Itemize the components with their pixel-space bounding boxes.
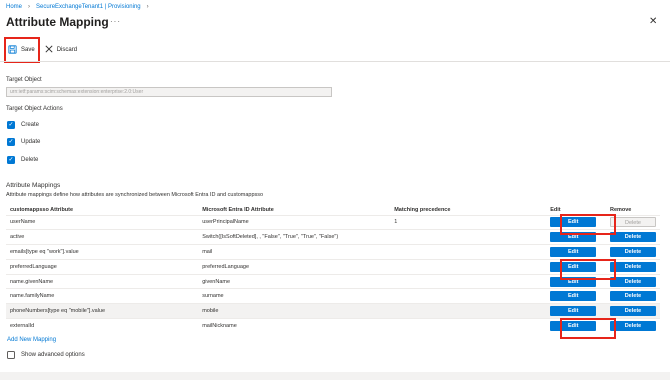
source-attribute: userPrincipalName (198, 214, 391, 230)
source-attribute: givenName (198, 273, 391, 289)
matching-precedence (390, 273, 547, 289)
matching-precedence (390, 303, 547, 319)
chevron-right-icon: › (28, 4, 31, 10)
matching-precedence: 1 (390, 214, 547, 230)
target-object-field: urn:ietf:params:scim:schemas:extension:e… (6, 87, 332, 97)
mappings-heading: Attribute Mappings (6, 182, 61, 189)
source-attribute: mobile (198, 303, 391, 319)
delete-label: Delete (21, 157, 39, 163)
target-attribute: active (6, 229, 199, 245)
create-checkbox[interactable]: ✓ Create (7, 121, 39, 129)
bottom-bar (0, 372, 670, 380)
breadcrumb-tenant[interactable]: SecureExchangeTenant1 | Provisioning (36, 4, 141, 10)
edit-button[interactable]: Edit (550, 291, 597, 302)
target-actions-label: Target Object Actions (6, 106, 63, 112)
target-attribute: name.familyName (6, 288, 199, 304)
target-attribute: userName (6, 214, 199, 230)
edit-highlight (560, 259, 616, 280)
breadcrumb: Home › SecureExchangeTenant1 | Provision… (6, 4, 149, 10)
breadcrumb-home[interactable]: Home (6, 4, 22, 10)
delete-checkbox[interactable]: ✓ Delete (7, 156, 38, 164)
checkmark-icon: ✓ (7, 156, 15, 164)
show-advanced-checkbox[interactable]: Show advanced options (7, 351, 85, 359)
discard-label: Discard (56, 47, 78, 53)
target-attribute: name.givenName (6, 273, 199, 289)
table-row: emails[type eq "work"].value mail Edit D… (6, 244, 660, 260)
source-attribute: mailNickname (198, 318, 391, 334)
update-checkbox[interactable]: ✓ Update (7, 138, 40, 146)
delete-button[interactable]: Delete (609, 321, 656, 332)
target-attribute: emails[type eq "work"].value (6, 244, 199, 260)
edit-highlight (560, 318, 616, 339)
divider (0, 61, 670, 62)
matching-precedence (390, 244, 547, 260)
chevron-right-icon: › (146, 4, 149, 10)
source-attribute: preferredLanguage (198, 258, 391, 275)
delete-button[interactable]: Delete (609, 246, 656, 257)
target-attribute: phoneNumbers[type eq "mobile"].value (6, 303, 199, 319)
edit-button[interactable]: Edit (550, 246, 597, 257)
delete-button[interactable]: Delete (609, 306, 656, 317)
more-options-icon[interactable]: ··· (110, 17, 121, 26)
delete-button[interactable]: Delete (609, 232, 656, 243)
checkmark-icon: ✓ (7, 138, 15, 146)
add-new-mapping-link[interactable]: Add New Mapping (7, 337, 56, 343)
source-attribute: surname (198, 288, 391, 304)
column-header: Microsoft Entra ID Attribute (202, 206, 274, 213)
save-highlight (4, 37, 40, 63)
table-row: phoneNumbers[type eq "mobile"].value mob… (6, 303, 660, 319)
show-advanced-label: Show advanced options (21, 352, 85, 358)
checkbox-icon (7, 351, 15, 359)
matching-precedence (390, 288, 547, 304)
mappings-description: Attribute mappings define how attributes… (6, 192, 264, 198)
delete-button[interactable]: Delete (609, 276, 656, 287)
close-icon[interactable]: ✕ (649, 16, 657, 27)
source-attribute: mail (198, 244, 391, 260)
edit-highlight (560, 214, 616, 235)
checkmark-icon: ✓ (7, 121, 15, 129)
matching-precedence (390, 318, 547, 334)
target-object-label: Target Object (6, 77, 42, 83)
matching-precedence (390, 229, 547, 245)
discard-icon (45, 45, 53, 55)
target-attribute: externalId (6, 318, 199, 334)
delete-button[interactable]: Delete (609, 291, 656, 302)
target-attribute: preferredLanguage (6, 258, 199, 275)
edit-button[interactable]: Edit (550, 306, 597, 317)
column-header: Matching precedence (394, 206, 451, 213)
column-header: customappsso Attribute (10, 206, 74, 213)
page-title: Attribute Mapping (6, 15, 109, 29)
create-label: Create (21, 122, 40, 128)
source-attribute: Switch([IsSoftDeleted], , "False", "True… (198, 229, 391, 245)
table-row: name.familyName surname Edit Delete (6, 288, 660, 304)
delete-button[interactable]: Delete (609, 261, 656, 272)
matching-precedence (390, 258, 547, 275)
update-label: Update (21, 139, 41, 145)
delete-button: Delete (609, 217, 656, 228)
discard-button[interactable]: Discard (43, 42, 79, 58)
